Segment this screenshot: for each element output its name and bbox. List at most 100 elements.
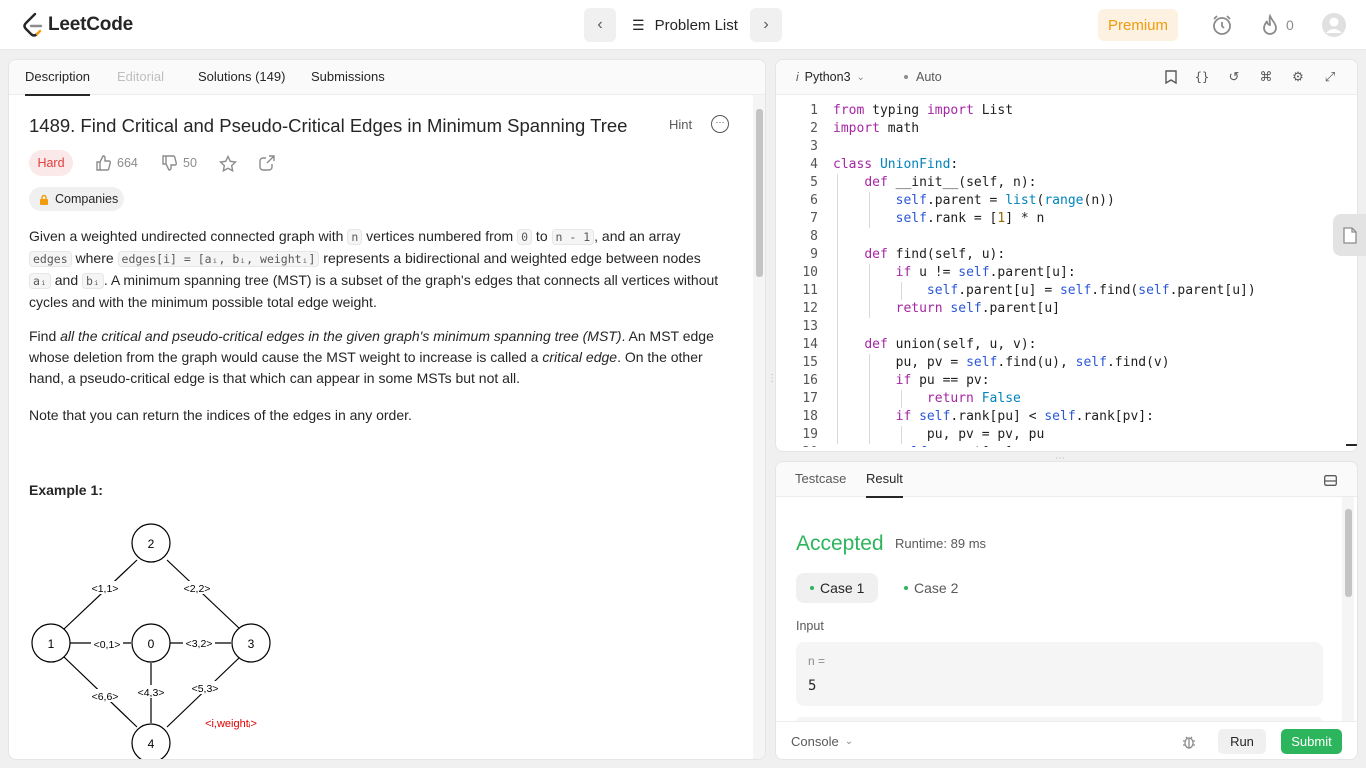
text-segment: Find [29,328,61,344]
avatar[interactable] [1321,12,1347,38]
premium-button[interactable]: Premium [1098,9,1178,41]
reset-icon[interactable]: ↺ [1226,69,1242,85]
pass-dot-icon [810,586,814,590]
dislike-count: 50 [183,156,197,170]
scrollbar-thumb[interactable] [1345,509,1352,597]
format-braces-icon[interactable]: {} [1194,69,1210,85]
case-2-tab[interactable]: Case 2 [890,573,972,603]
code-line: 10 if u != self.parent[u]: [802,265,1076,280]
input-value-box: n = 5 [796,642,1323,706]
code-line: 14 def union(self, u, v): [802,337,1037,352]
code-editor[interactable]: 1 from typing import List 2 import math 3 … [776,102,1357,447]
console-toggle[interactable]: Console ⌄ [791,734,853,749]
dot-icon [904,75,908,79]
code-line: 12 return self.parent[u] [802,301,1061,316]
language-select[interactable]: i Python3 ⌄ [796,70,865,84]
fire-streak-icon[interactable] [1258,13,1282,37]
run-button[interactable]: Run [1218,729,1266,754]
companies-tag[interactable]: Companies [29,187,124,211]
result-scrollbar[interactable] [1342,497,1354,721]
tab-submissions[interactable]: Submissions [311,69,385,84]
info-icon: i [796,70,799,84]
tab-description[interactable]: Description [25,69,91,96]
case-1-tab[interactable]: Case 1 [796,573,879,603]
text-segment: where [71,250,118,266]
text-segment: represents a bidirectional and weighted … [319,250,701,266]
tab-editorial[interactable]: Editorial [117,69,164,84]
result-panel: Testcase Result Accepted Runtime: 89 ms … [775,461,1358,760]
text-segment: Given a weighted undirected connected gr… [29,228,348,244]
graph-edge-label: <6,6> [92,691,119,703]
graph-node-label: 1 [48,637,55,651]
notes-side-tab[interactable] [1333,214,1366,256]
input-var-value: 5 [808,678,817,694]
code-line: 16 if pu == pv: [802,373,990,388]
list-icon: ☰ [632,16,645,33]
code-line: 19 pu, pv = pv, pu [802,427,1045,442]
submit-button[interactable]: Submit [1281,729,1342,754]
code-line: 20 self.parent[pv] = pu [776,444,1357,447]
runtime-text: Runtime: 89 ms [895,536,987,551]
alarm-icon[interactable] [1210,13,1234,37]
text-segment: and [50,272,82,288]
logo-text: LeetCode [48,14,133,35]
leetcode-logo-icon [23,12,43,37]
tab-result[interactable]: Result [866,471,903,498]
favorite-button[interactable] [219,155,237,173]
text-segment: . A minimum spanning tree (MST) is a sub… [29,272,719,310]
inline-code: bᵢ [82,273,104,289]
graph-node-label: 2 [148,537,155,551]
code-line: 8 [810,229,818,244]
description-scrollbar[interactable] [753,95,765,759]
fullscreen-icon[interactable]: ⤢ [1322,69,1338,85]
bookmark-icon[interactable] [1163,69,1179,85]
top-nav: LeetCode ‹ ☰ Problem List › Premium 0 [0,0,1366,50]
code-editor-panel: i Python3 ⌄ Auto {} ↺ ⌘ ⚙ ⤢ 1 from typing… [775,59,1358,452]
logo[interactable]: LeetCode [22,12,133,38]
code-line: 7 self.rank = [1] * n [810,211,1045,226]
chevron-left-icon: ‹ [597,16,603,33]
scrollbar-thumb[interactable] [756,109,763,277]
graph-edge-label: <0,1> [94,639,121,651]
share-icon [259,155,275,171]
code-line: 13 [802,319,818,334]
code-line: 5 def __init__(self, n): [810,175,1037,190]
tab-testcase[interactable]: Testcase [795,471,846,486]
code-line: 3 [810,139,818,154]
prev-problem-button[interactable]: ‹ [584,8,616,42]
case-label: Case 2 [914,580,959,596]
panel-layout-icon[interactable] [1322,472,1338,488]
example-graph: 2 1 0 3 4 <1,1> <2,2> <0,1> <3,2> <6,6> … [31,523,271,759]
problem-list-button[interactable]: ☰ Problem List [622,8,752,42]
more-options-icon[interactable]: ⋯ [711,115,729,133]
companies-label: Companies [55,192,119,206]
settings-gear-icon[interactable]: ⚙ [1290,69,1306,85]
debug-bug-icon[interactable] [1180,733,1198,751]
dislike-button[interactable]: 50 [161,155,197,171]
input-var-name: n = [808,654,826,668]
emphasis-text: all the critical and pseudo-critical edg… [60,328,622,344]
problem-list-label: Problem List [654,16,738,34]
auto-mode[interactable]: Auto [904,70,942,84]
editor-scroll-marker [1346,444,1357,446]
share-button[interactable] [259,155,275,171]
next-problem-button[interactable]: › [750,8,782,42]
text-segment: to [532,228,552,244]
code-line: 9 def find(self, u): [810,247,1006,262]
chevron-down-icon: ⌄ [844,736,854,747]
chevron-right-icon: › [763,16,769,33]
shortcuts-icon[interactable]: ⌘ [1258,69,1274,85]
thumbs-up-icon [96,155,111,171]
code-line: 1 from typing import List [810,103,1014,118]
streak-count: 0 [1286,17,1294,33]
hint-button[interactable]: Hint [669,117,692,132]
emphasis-text: critical edge [542,349,618,365]
problem-title: 1489. Find Critical and Pseudo-Critical … [29,115,628,136]
result-status: Accepted [796,532,884,555]
case-label: Case 1 [820,580,865,596]
description-panel: Description Editorial Solutions (149) Su… [8,59,766,760]
code-line: 15 pu, pv = self.find(u), self.find(v) [802,355,1170,370]
graph-edge-label: <4,3> [138,687,165,699]
like-button[interactable]: 664 [95,155,138,171]
tab-solutions[interactable]: Solutions (149) [198,69,285,84]
